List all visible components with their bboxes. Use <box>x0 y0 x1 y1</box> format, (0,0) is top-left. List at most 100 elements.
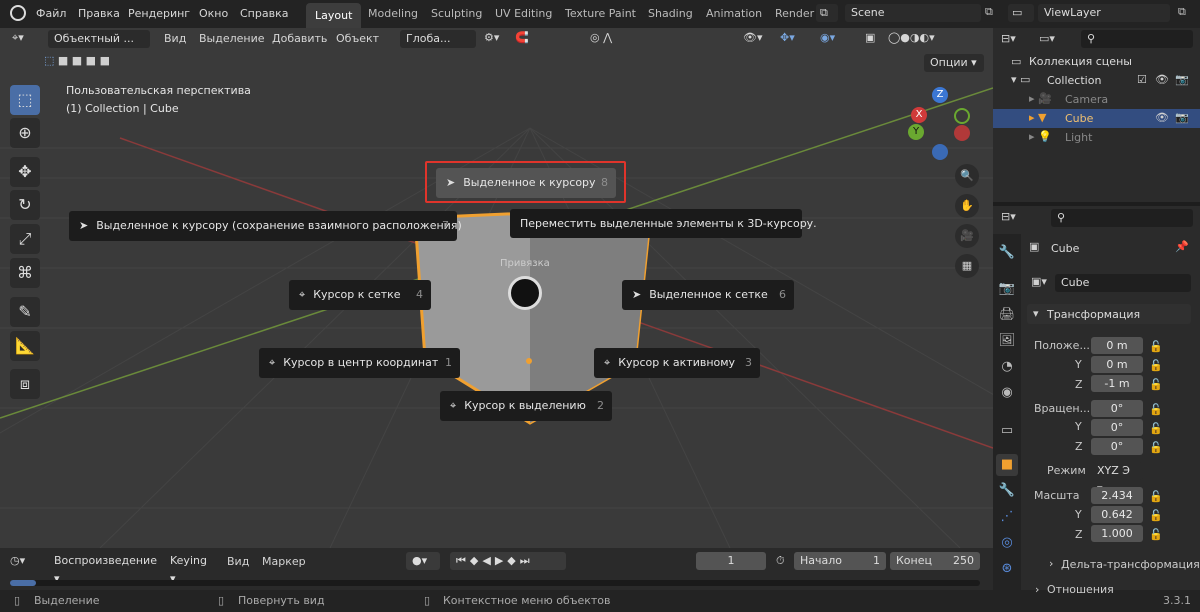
camera-render-icon[interactable]: 📷 <box>1175 111 1189 124</box>
relations-header[interactable]: Отношения <box>1047 583 1114 596</box>
view-layer-tab-icon[interactable]: 🖼 <box>996 330 1018 352</box>
gizmo-x-axis[interactable]: X <box>911 107 927 123</box>
menu-window[interactable]: Окно <box>199 7 228 20</box>
scale-x-field[interactable]: 2.434 <box>1091 487 1143 504</box>
outliner-row-collection[interactable]: ▾ ▭ Collection ☑ 👁 📷 <box>993 71 1200 90</box>
output-tab-icon[interactable]: 🖨 <box>996 304 1018 326</box>
menu-help[interactable]: Справка <box>240 7 288 20</box>
options-dropdown[interactable]: Опции ▾ <box>924 54 984 72</box>
end-frame-field[interactable]: Конец 250 <box>890 552 980 570</box>
orientation-selector[interactable]: Глоба... <box>400 30 476 48</box>
annotate-tool-icon[interactable]: ✎ <box>10 297 40 327</box>
timer-icon[interactable]: ⏱ <box>776 554 785 568</box>
modifier-tab-icon[interactable]: 🔧 <box>996 480 1018 502</box>
start-frame-field[interactable]: Начало 1 <box>794 552 886 570</box>
particles-tab-icon[interactable]: ⋰ <box>996 506 1018 528</box>
visibility-icon[interactable]: 👁▾ <box>743 31 763 44</box>
object-tab-icon[interactable]: ■ <box>996 454 1018 476</box>
3d-viewport[interactable]: Привязка ⌖▾ Объектный ... Вид Выделение … <box>0 28 993 548</box>
location-z-field[interactable]: -1 m <box>1091 375 1143 392</box>
pan-hand-icon[interactable]: ✋ <box>955 194 979 218</box>
outliner-search[interactable]: ⚲ <box>1081 30 1193 48</box>
tab-animation[interactable]: Animation <box>697 0 771 28</box>
outliner-row-light[interactable]: ▸ 💡 Light <box>993 128 1200 147</box>
tool-tab-icon[interactable]: 🔧 <box>996 242 1018 264</box>
rotation-y-field[interactable]: 0° <box>1091 419 1143 436</box>
tab-uv-editing[interactable]: UV Editing <box>486 0 561 28</box>
physics-tab-icon[interactable]: ◎ <box>996 532 1018 554</box>
delta-transform-header[interactable]: Дельта-трансформация <box>1061 558 1200 571</box>
menu-select[interactable]: Выделение <box>199 32 265 45</box>
gizmo-y-axis[interactable]: Y <box>908 124 924 140</box>
object-data-icon[interactable]: ▣▾ <box>1031 275 1047 288</box>
scale-z-field[interactable]: 1.000 <box>1091 525 1143 542</box>
view-layer-new-icon[interactable]: ⧉ <box>1178 5 1186 19</box>
current-frame-field[interactable]: 1 <box>696 552 766 570</box>
pie-item-selection-to-grid[interactable]: ➤ Выделенное к сетке 6 <box>622 280 794 310</box>
scene-selector[interactable]: Scene <box>845 4 981 22</box>
move-tool-icon[interactable]: ✥ <box>10 157 40 187</box>
tab-modeling[interactable]: Modeling <box>359 0 427 28</box>
camera-render-icon[interactable]: 📷 <box>1175 73 1189 86</box>
gizmo-toggle-icon[interactable]: ✥▾ <box>780 31 795 44</box>
properties-editor-icon[interactable]: ⊟▾ <box>1001 210 1016 223</box>
pie-item-selection-to-cursor-offset[interactable]: ➤ Выделенное к курсору (сохранение взаимн… <box>69 211 462 241</box>
gizmo-neg-x[interactable] <box>954 125 970 141</box>
scene-tab-icon[interactable]: ◔ <box>996 356 1018 378</box>
location-x-field[interactable]: 0 m <box>1091 337 1143 354</box>
gizmo-neg-z[interactable] <box>932 144 948 160</box>
lock-icons[interactable]: 🔓 🔓 🔓 <box>1149 337 1163 394</box>
menu-view[interactable]: Вид <box>164 32 186 45</box>
menu-object[interactable]: Объект <box>336 32 379 45</box>
menu-add[interactable]: Добавить <box>272 32 327 45</box>
eye-icon[interactable]: 👁 <box>1155 73 1169 86</box>
select-mode-icons[interactable]: ⬚ ■ ■ ■ ■ <box>44 54 134 70</box>
pie-item-cursor-to-grid[interactable]: ⌖ Курсор к сетке 4 <box>289 280 431 310</box>
mode-selector[interactable]: Объектный ... <box>48 30 150 48</box>
expand-icon[interactable]: ▾ ▭ <box>1011 73 1030 86</box>
tab-render[interactable]: Render <box>766 0 823 28</box>
measure-tool-icon[interactable]: 📐 <box>10 331 40 361</box>
collection-tab-icon[interactable]: ▭ <box>996 420 1018 442</box>
gizmo-z-axis[interactable]: Z <box>932 87 948 103</box>
render-tab-icon[interactable]: 📷 <box>996 278 1018 300</box>
proportional-edit-icon[interactable]: ◎ ⋀ <box>590 31 612 44</box>
scale-lock-icons[interactable]: 🔓 🔓 🔓 <box>1149 487 1163 544</box>
camera-view-icon[interactable]: 🎥 <box>955 224 979 248</box>
editor-type-icon[interactable]: ⌖▾ <box>12 31 24 45</box>
world-tab-icon[interactable]: ◉ <box>996 382 1018 404</box>
rotation-z-field[interactable]: 0° <box>1091 438 1143 455</box>
cursor-tool-icon[interactable]: ⊕ <box>10 118 40 148</box>
pivot-icon[interactable]: ⚙▾ <box>484 31 499 44</box>
menu-edit[interactable]: Правка <box>78 7 120 20</box>
rotation-mode-dropdown[interactable]: XYZ Э ▾ <box>1091 462 1143 495</box>
pie-item-cursor-to-world-origin[interactable]: ⌖ Курсор в центр координат 1 <box>259 348 460 378</box>
outliner-row-camera[interactable]: ▸ 🎥 Camera <box>993 90 1200 109</box>
timeline-menu-marker[interactable]: Маркер <box>262 555 306 568</box>
xray-icon[interactable]: ▣ <box>865 31 875 44</box>
outliner-display-icon[interactable]: ⊟▾ <box>1001 32 1016 45</box>
gizmo-neg-y[interactable] <box>954 108 970 124</box>
record-button[interactable]: ●▾ <box>406 552 440 570</box>
select-tool-icon[interactable]: ⬚ <box>10 85 40 115</box>
tab-shading[interactable]: Shading <box>639 0 702 28</box>
menu-file[interactable]: Файл <box>36 7 66 20</box>
rotation-x-field[interactable]: 0° <box>1091 400 1143 417</box>
checkbox-icon[interactable]: ☑ <box>1137 73 1147 86</box>
transform-tool-icon[interactable]: ⌘ <box>10 258 40 288</box>
outliner-filter-icon[interactable]: ▭▾ <box>1039 32 1055 45</box>
location-y-field[interactable]: 0 m <box>1091 356 1143 373</box>
pie-item-selection-to-cursor[interactable]: ➤ Выделенное к курсору 8 <box>436 168 616 198</box>
perspective-grid-icon[interactable]: ▦ <box>955 254 979 278</box>
snap-icon[interactable]: 🧲 <box>515 31 529 44</box>
overlay-icon[interactable]: ◉▾ <box>820 31 835 44</box>
add-cube-tool-icon[interactable]: ⧈ <box>10 369 40 399</box>
scene-new-icon[interactable]: ⧉ <box>985 5 997 21</box>
zoom-icon[interactable]: 🔍 <box>955 164 979 188</box>
tab-layout[interactable]: Layout <box>306 3 362 28</box>
timeline-menu-view[interactable]: Вид <box>227 555 249 568</box>
blender-logo-icon[interactable] <box>10 5 26 21</box>
tab-texture-paint[interactable]: Texture Paint <box>556 0 645 28</box>
menu-render[interactable]: Рендеринг <box>128 7 190 20</box>
scene-icon[interactable]: ⧉ <box>816 4 838 22</box>
